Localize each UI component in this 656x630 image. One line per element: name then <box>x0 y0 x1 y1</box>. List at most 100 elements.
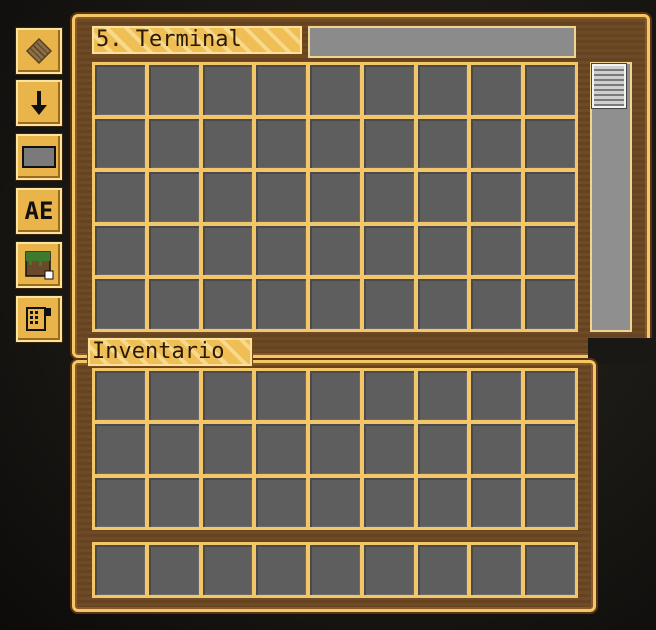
inventory-slot[interactable] <box>256 477 307 527</box>
terminal-slot[interactable] <box>95 172 145 222</box>
inventory-slot[interactable] <box>525 424 575 474</box>
inventory-slot[interactable] <box>202 371 253 421</box>
hotbar-grid[interactable] <box>92 542 578 598</box>
terminal-slot[interactable] <box>148 65 199 115</box>
terminal-slot[interactable] <box>202 279 253 329</box>
terminal-slot[interactable] <box>417 279 468 329</box>
terminal-panel-notch <box>588 338 654 364</box>
terminal-slot[interactable] <box>471 225 522 276</box>
inventory-grid[interactable] <box>92 368 578 530</box>
terminal-size-icon <box>22 146 56 168</box>
inventory-slot[interactable] <box>148 371 199 421</box>
inventory-slot[interactable] <box>95 477 145 527</box>
terminal-slot[interactable] <box>256 118 307 169</box>
terminal-slot[interactable] <box>525 279 575 329</box>
terminal-slot[interactable] <box>471 172 522 222</box>
terminal-slot[interactable] <box>525 65 575 115</box>
terminal-size-button[interactable] <box>16 134 62 180</box>
terminal-slot[interactable] <box>256 279 307 329</box>
terminal-slot[interactable] <box>525 172 575 222</box>
scrollbar-thumb[interactable] <box>592 64 626 108</box>
terminal-slot[interactable] <box>363 279 414 329</box>
terminal-slot[interactable] <box>148 279 199 329</box>
terminal-slot[interactable] <box>310 225 360 276</box>
terminal-slot[interactable] <box>471 118 522 169</box>
inventory-slot[interactable] <box>471 477 522 527</box>
terminal-slot[interactable] <box>256 65 307 115</box>
inventory-title: Inventario <box>88 338 252 366</box>
inventory-slot[interactable] <box>525 371 575 421</box>
terminal-slot[interactable] <box>256 225 307 276</box>
hotbar-slot[interactable] <box>471 545 522 595</box>
terminal-slot[interactable] <box>202 172 253 222</box>
inventory-slot[interactable] <box>417 424 468 474</box>
terminal-slot[interactable] <box>417 65 468 115</box>
hotbar-slot[interactable] <box>148 545 199 595</box>
terminal-slot[interactable] <box>310 65 360 115</box>
terminal-slot[interactable] <box>417 225 468 276</box>
search-input[interactable] <box>308 26 576 58</box>
inventory-slot[interactable] <box>202 477 253 527</box>
inventory-slot[interactable] <box>202 424 253 474</box>
terminal-slot[interactable] <box>363 172 414 222</box>
inventory-slot[interactable] <box>95 424 145 474</box>
hotbar-slot[interactable] <box>363 545 414 595</box>
inventory-slot[interactable] <box>310 477 360 527</box>
sort-direction-button[interactable] <box>16 80 62 126</box>
inventory-slot[interactable] <box>417 477 468 527</box>
terminal-slot[interactable] <box>471 65 522 115</box>
terminal-slot[interactable] <box>363 65 414 115</box>
terminal-slot[interactable] <box>202 225 253 276</box>
terminal-slot[interactable] <box>310 279 360 329</box>
view-mode-button[interactable] <box>16 242 62 288</box>
inventory-slot[interactable] <box>310 424 360 474</box>
hotbar-slot[interactable] <box>525 545 575 595</box>
sort-down-arrow-icon <box>31 91 47 115</box>
terminal-slot[interactable] <box>363 118 414 169</box>
terminal-slot[interactable] <box>148 172 199 222</box>
terminal-slot[interactable] <box>310 172 360 222</box>
hotbar-slot[interactable] <box>310 545 360 595</box>
inventory-slot[interactable] <box>256 371 307 421</box>
ae-search-mode-icon: AE <box>24 197 54 225</box>
inventory-slot[interactable] <box>525 477 575 527</box>
hotbar-slot[interactable] <box>95 545 145 595</box>
inventory-slot[interactable] <box>310 371 360 421</box>
terminal-slot[interactable] <box>525 118 575 169</box>
terminal-slot[interactable] <box>202 118 253 169</box>
crafting-terminal-icon <box>26 307 51 331</box>
search-mode-button[interactable]: AE <box>16 188 62 234</box>
terminal-item-grid[interactable] <box>92 62 578 332</box>
terminal-slot[interactable] <box>148 225 199 276</box>
terminal-slot[interactable] <box>471 279 522 329</box>
terminal-title: 5. Terminal <box>92 26 302 54</box>
inventory-slot[interactable] <box>363 424 414 474</box>
terminal-slot[interactable] <box>202 65 253 115</box>
inventory-slot[interactable] <box>95 371 145 421</box>
terminal-slot[interactable] <box>417 172 468 222</box>
inventory-slot[interactable] <box>148 424 199 474</box>
terminal-slot[interactable] <box>417 118 468 169</box>
terminal-slot[interactable] <box>310 118 360 169</box>
hotbar-slot[interactable] <box>417 545 468 595</box>
inventory-slot[interactable] <box>471 371 522 421</box>
terminal-slot[interactable] <box>95 225 145 276</box>
terminal-slot[interactable] <box>256 172 307 222</box>
inventory-slot[interactable] <box>148 477 199 527</box>
hotbar-slot[interactable] <box>256 545 307 595</box>
cells-view-icon <box>25 37 53 65</box>
inventory-slot[interactable] <box>363 477 414 527</box>
inventory-slot[interactable] <box>256 424 307 474</box>
terminal-slot[interactable] <box>95 65 145 115</box>
inventory-slot[interactable] <box>363 371 414 421</box>
craft-terminal-button[interactable] <box>16 296 62 342</box>
terminal-slot[interactable] <box>525 225 575 276</box>
terminal-slot[interactable] <box>95 118 145 169</box>
view-cells-button[interactable] <box>16 28 62 74</box>
hotbar-slot[interactable] <box>202 545 253 595</box>
inventory-slot[interactable] <box>417 371 468 421</box>
terminal-slot[interactable] <box>363 225 414 276</box>
terminal-slot[interactable] <box>148 118 199 169</box>
inventory-slot[interactable] <box>471 424 522 474</box>
terminal-slot[interactable] <box>95 279 145 329</box>
